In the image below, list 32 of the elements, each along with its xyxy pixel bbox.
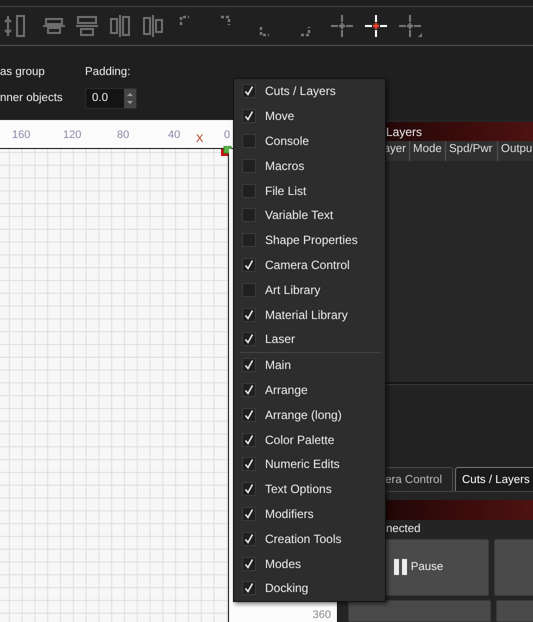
menu-item-label: Shape Properties [265, 233, 358, 248]
ruler-label: 360 [312, 609, 331, 621]
menu-item-label: Move [265, 109, 294, 124]
ruler-label: 0 [224, 129, 230, 141]
menu-item-label: Modifiers [265, 506, 314, 521]
ruler-label: 40 [168, 129, 180, 141]
menu-item-label: Console [265, 134, 310, 148]
menu-item-label: Docking [265, 581, 308, 596]
ruler-label: 120 [63, 129, 82, 141]
menu-item-label: Macros [265, 158, 304, 173]
menu-item-label: Color Palette [265, 432, 334, 447]
padding-label: Padding: [85, 66, 132, 78]
menu-item-label: Arrange [265, 382, 308, 397]
menu-item-label: File List [265, 184, 306, 198]
menu-item-label: Arrange (long) [265, 408, 342, 422]
status-text: nected [385, 522, 422, 538]
menu-item-label: Material Library [265, 308, 348, 322]
menu-item-label: Cuts / Layers [265, 84, 336, 98]
ruler-label: 80 [117, 129, 130, 141]
menu-item-label: Laser [265, 332, 296, 346]
menu-item-label: Main [265, 358, 292, 372]
option-label: nner objects [0, 92, 64, 104]
menu-item-label: Modes [265, 556, 302, 571]
ruler-label: 160 [12, 129, 30, 141]
menu-item-label: Creation Tools [265, 532, 342, 546]
menu-item-label: Text Options [265, 482, 332, 496]
axis-label: X [196, 133, 204, 145]
menu-item-label: Art Library [265, 282, 320, 297]
option-label: as group [0, 66, 46, 78]
menu-item-label: Variable Text [265, 208, 334, 222]
menu-item-label: Camera Control [265, 258, 350, 272]
menu-item-label: Numeric Edits [265, 457, 340, 472]
